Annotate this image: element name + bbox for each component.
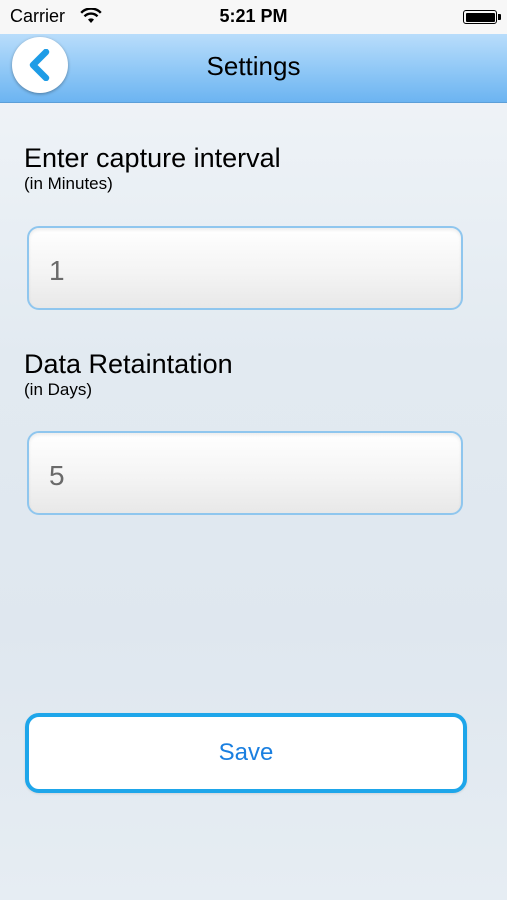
status-bar: Carrier 5:21 PM [0,0,507,34]
data-retention-label: Data Retaintation [24,349,233,379]
clock: 5:21 PM [219,6,288,26]
capture-interval-unit: (in Minutes) [24,174,113,193]
capture-interval-label: Enter capture interval [24,143,281,173]
capture-interval-input[interactable] [47,250,431,292]
battery-cap [498,14,501,20]
navigation-bar: Settings [0,34,507,103]
capture-interval-field[interactable] [27,226,463,310]
data-retention-input[interactable] [47,455,431,497]
battery-icon [463,10,497,24]
save-button[interactable]: Save [25,713,467,793]
page-title: Settings [206,51,301,81]
data-retention-field[interactable] [27,431,463,515]
data-retention-unit: (in Days) [24,380,93,399]
